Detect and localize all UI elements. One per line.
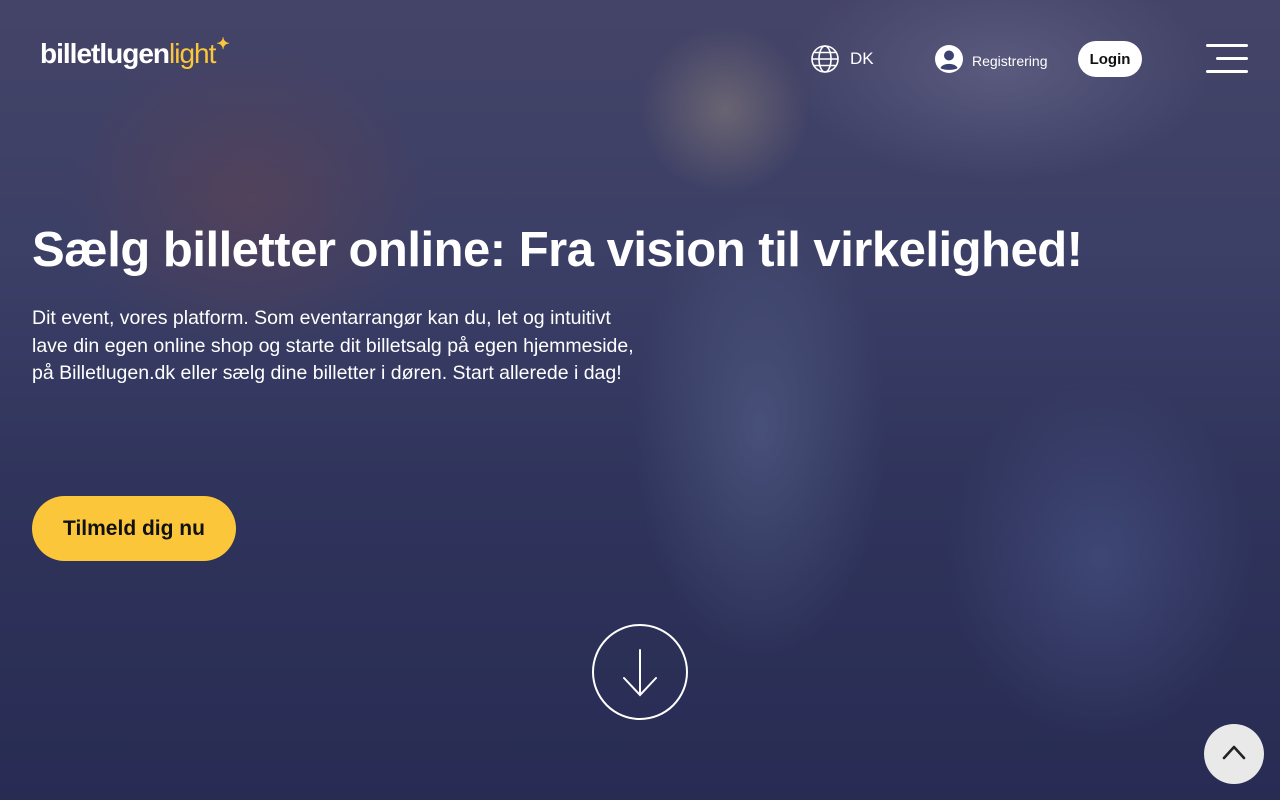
- register-label: Registrering: [972, 52, 1048, 69]
- back-to-top-button[interactable]: [1204, 724, 1264, 784]
- language-label: DK: [850, 49, 874, 68]
- logo-text-accent: light: [169, 38, 216, 69]
- logo[interactable]: billetlugen light ✦: [40, 36, 230, 70]
- signup-button[interactable]: Tilmeld dig nu: [32, 496, 236, 561]
- hero-headline: Sælg billetter online: Fra vision til vi…: [32, 223, 1083, 277]
- chevron-up-icon: [1222, 745, 1246, 760]
- register-link[interactable]: Registrering: [934, 44, 1047, 77]
- hamburger-icon[interactable]: [1206, 44, 1248, 74]
- hero-lead-text: Dit event, vores platform. Som eventarra…: [32, 307, 634, 384]
- language-selector[interactable]: DK: [810, 44, 874, 74]
- logo-text-main: billetlugen: [40, 38, 170, 69]
- login-button[interactable]: Login: [1078, 41, 1142, 77]
- user-circle-icon: [934, 44, 964, 77]
- sparkle-icon: ✦: [216, 36, 229, 53]
- globe-icon: [810, 44, 840, 74]
- arrow-down-icon: [623, 649, 657, 697]
- scroll-down-button[interactable]: [592, 624, 688, 720]
